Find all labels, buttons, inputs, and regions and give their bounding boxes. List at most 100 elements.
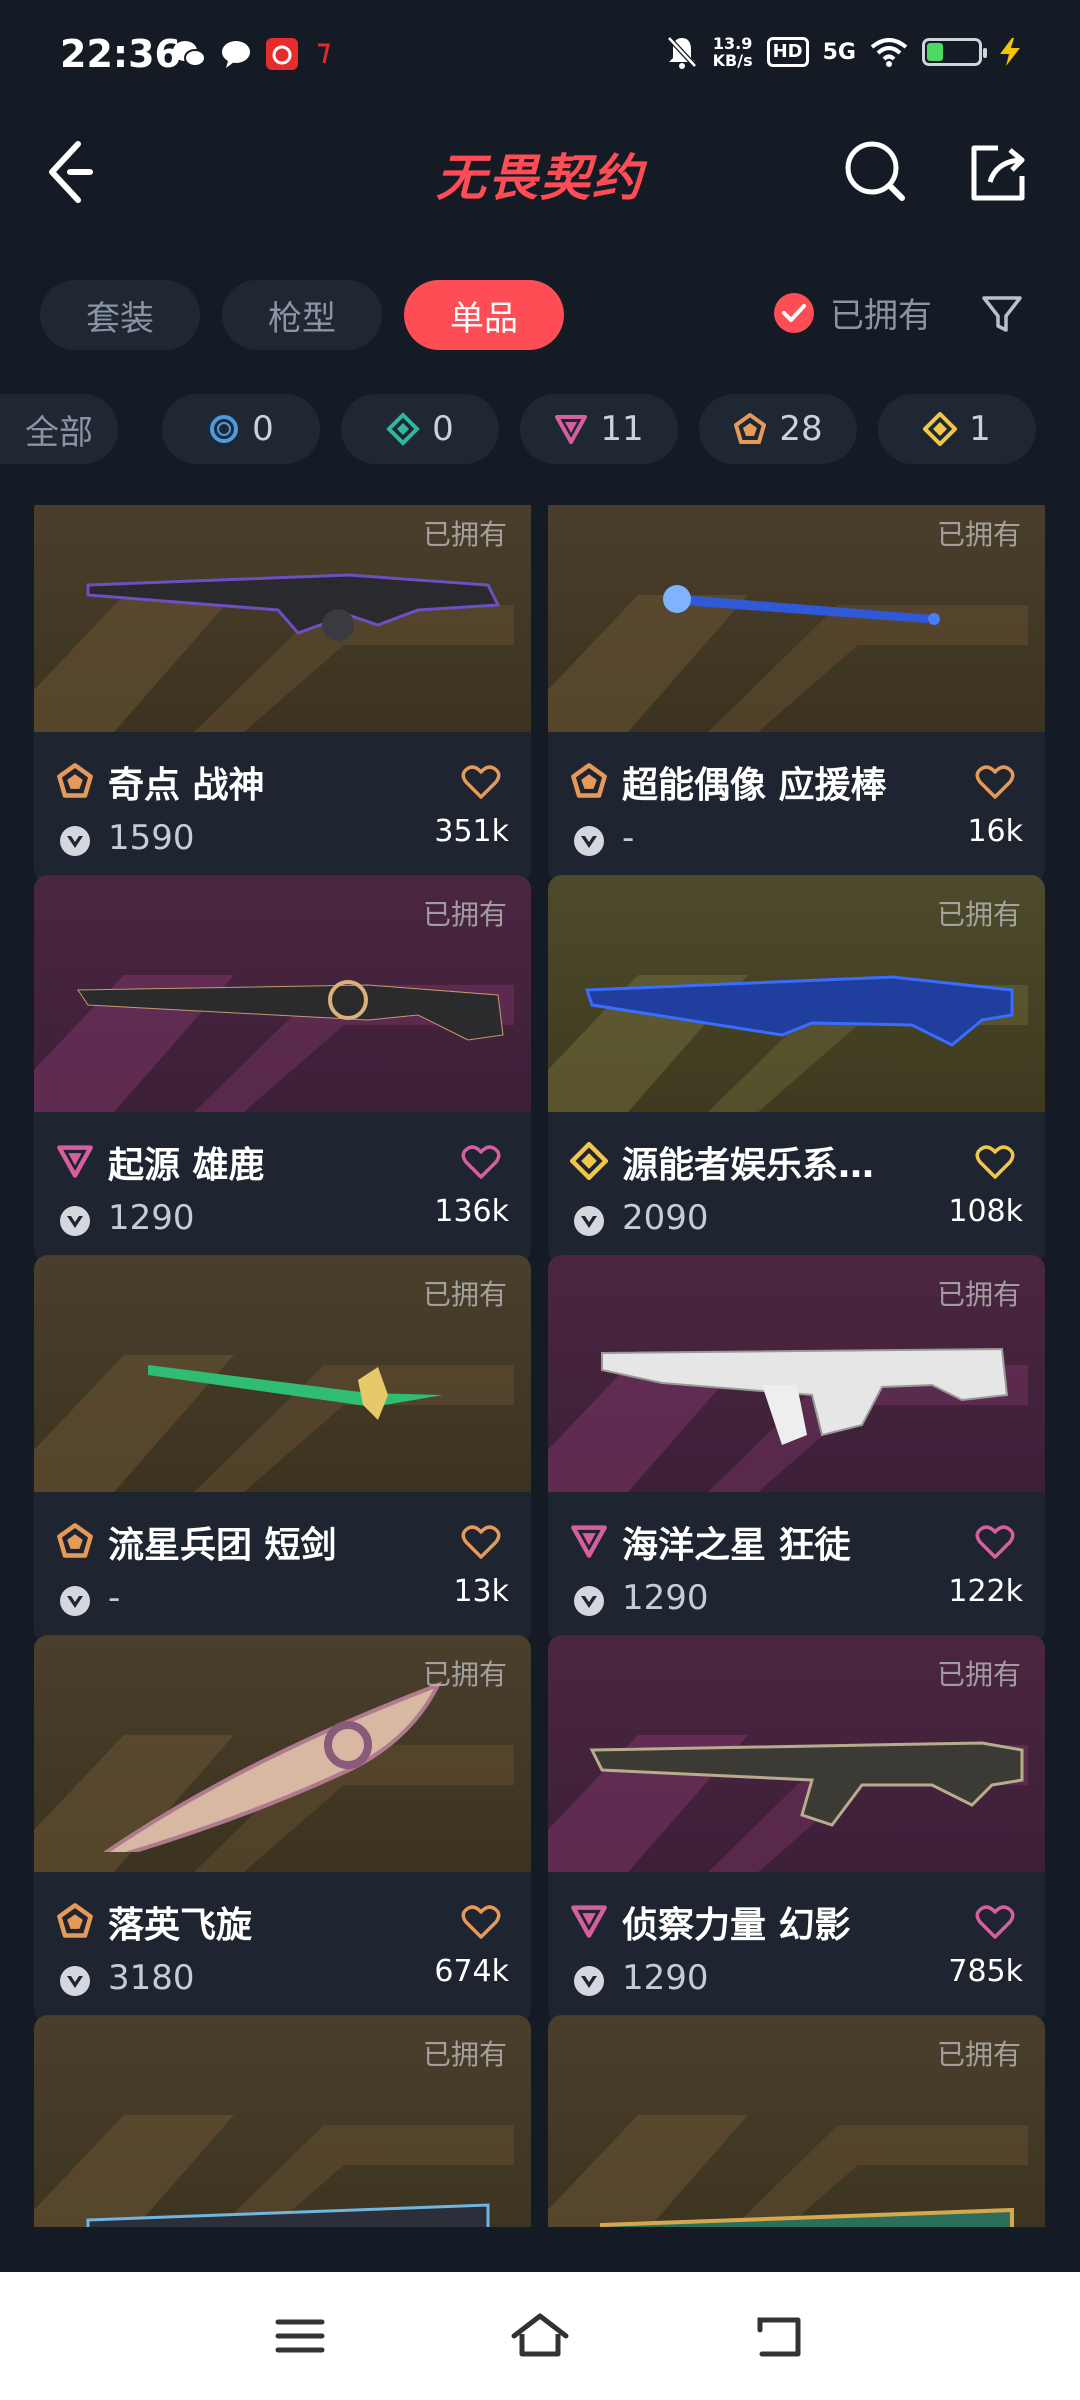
valorant-points-icon — [60, 1966, 90, 1996]
net-speed-value: 13.9 — [712, 34, 753, 53]
owned-label: 已拥有 — [936, 1278, 1021, 1311]
heart-icon[interactable] — [461, 1144, 501, 1180]
back-nav-button[interactable] — [750, 2310, 810, 2362]
chip-select-count: 0 — [252, 409, 274, 449]
item-thumbnail: 已拥有 — [34, 1635, 531, 1872]
owned-label: 已拥有 — [936, 1658, 1021, 1691]
chip-deluxe-tier[interactable]: 0 — [341, 394, 499, 464]
item-price: - — [622, 818, 635, 858]
premium-tier-icon — [56, 1142, 94, 1180]
item-card[interactable]: 已拥有 起源 雄鹿 1290 136k — [34, 875, 531, 1263]
item-grid: 已拥有 奇点 战神 1590 351k 已拥有 超能偶像 应援棒 - 16k 已… — [0, 505, 1080, 2227]
funnel-icon — [982, 296, 1022, 332]
heart-icon[interactable] — [461, 764, 501, 800]
owned-filter-label: 已拥有 — [830, 296, 932, 336]
heart-icon[interactable] — [975, 1524, 1015, 1560]
owned-label: 已拥有 — [936, 2038, 1021, 2071]
item-card[interactable]: 已拥有 源能者娱乐系… 2090 108k — [548, 875, 1045, 1263]
item-card[interactable]: 已拥有 落英飞旋 3180 674k — [34, 1635, 531, 2023]
netease-music-icon — [266, 38, 298, 70]
owned-label: 已拥有 — [936, 518, 1021, 551]
item-card[interactable]: 已拥有 — [34, 2015, 531, 2227]
search-icon — [845, 141, 905, 201]
item-thumbnail: 已拥有 — [34, 2015, 531, 2227]
item-info: 侦察力量 幻影 1290 785k — [548, 1872, 1045, 2023]
item-likes: 674k — [434, 1954, 509, 1989]
home-icon — [511, 2313, 569, 2357]
item-price: 3180 — [108, 1958, 195, 1998]
owned-label: 已拥有 — [422, 2038, 507, 2071]
heart-icon[interactable] — [975, 764, 1015, 800]
item-price: - — [108, 1578, 121, 1618]
tier-filter-chips: 全部 0 0 11 28 1 — [0, 394, 1080, 470]
item-thumbnail: 已拥有 — [548, 1255, 1045, 1492]
heart-icon[interactable] — [461, 1524, 501, 1560]
heart-icon[interactable] — [975, 1904, 1015, 1940]
select-tier-icon — [210, 415, 239, 443]
item-info: 起源 雄鹿 1290 136k — [34, 1112, 531, 1263]
item-thumbnail: 已拥有 — [34, 1255, 531, 1492]
heart-icon[interactable] — [461, 1904, 501, 1940]
mute-bell-icon — [666, 36, 697, 69]
item-name: 侦察力量 幻影 — [622, 1905, 851, 1946]
net-speed: 13.9 KB/s — [713, 35, 753, 69]
item-likes: 108k — [948, 1194, 1023, 1229]
status-app-icons — [172, 38, 334, 70]
share-button[interactable] — [962, 136, 1034, 208]
chip-all[interactable]: 全部 — [0, 394, 118, 464]
valorant-points-icon — [574, 1206, 604, 1236]
item-info: 奇点 战神 1590 351k — [34, 732, 531, 883]
ultra-tier-icon — [569, 1141, 609, 1181]
item-thumbnail: 已拥有 — [548, 875, 1045, 1112]
chip-exclusive-tier[interactable]: 28 — [699, 394, 857, 464]
item-likes: 136k — [434, 1194, 509, 1229]
item-info: 源能者娱乐系… 2090 108k — [548, 1112, 1045, 1263]
item-info: 流星兵团 短剑 - 13k — [34, 1492, 531, 1643]
tab-bundles[interactable]: 套装 — [40, 280, 200, 350]
app-logo: 无畏契约 — [436, 149, 644, 207]
owned-filter-toggle[interactable]: 已拥有 — [774, 288, 932, 337]
item-card[interactable]: 已拥有 海洋之星 狂徒 1290 122k — [548, 1255, 1045, 1643]
return-icon — [757, 2317, 801, 2357]
item-likes: 13k — [453, 1574, 509, 1609]
category-tabs: 套装 枪型 单品 — [40, 280, 564, 350]
home-nav-button[interactable] — [510, 2310, 570, 2362]
item-price: 1290 — [622, 1958, 709, 1998]
exclusive-tier-icon — [570, 762, 608, 800]
item-card[interactable]: 已拥有 超能偶像 应援棒 - 16k — [548, 505, 1045, 883]
wechat-icon — [173, 41, 206, 67]
tab-weapon-types[interactable]: 枪型 — [222, 280, 382, 350]
item-name: 起源 雄鹿 — [108, 1145, 265, 1186]
item-card[interactable]: 已拥有 奇点 战神 1590 351k — [34, 505, 531, 883]
premium-tier-icon — [555, 415, 588, 444]
search-button[interactable] — [840, 136, 912, 208]
item-card[interactable]: 已拥有 — [548, 2015, 1045, 2227]
item-info: 落英飞旋 3180 674k — [34, 1872, 531, 2023]
item-likes: 351k — [434, 814, 509, 849]
owned-label: 已拥有 — [422, 1278, 507, 1311]
item-name: 流星兵团 短剑 — [108, 1525, 337, 1566]
valorant-points-icon — [574, 826, 604, 856]
tab-single-items[interactable]: 单品 — [404, 280, 564, 350]
premium-tier-icon — [570, 1902, 608, 1940]
chip-ultra-tier[interactable]: 1 — [878, 394, 1036, 464]
chip-premium-tier[interactable]: 11 — [520, 394, 678, 464]
filter-button[interactable] — [978, 290, 1026, 338]
item-card[interactable]: 已拥有 流星兵团 短剑 - 13k — [34, 1255, 531, 1643]
item-card[interactable]: 已拥有 侦察力量 幻影 1290 785k — [548, 1635, 1045, 2023]
owned-label: 已拥有 — [936, 898, 1021, 931]
checkmark-icon — [774, 292, 814, 333]
chip-select-tier[interactable]: 0 — [162, 394, 320, 464]
share-icon — [971, 145, 1025, 201]
heart-icon[interactable] — [975, 1144, 1015, 1180]
exclusive-tier-icon — [56, 1902, 94, 1940]
menu-nav-button[interactable] — [270, 2310, 330, 2362]
charging-icon — [1000, 38, 1020, 66]
valorant-points-icon — [574, 1966, 604, 1996]
menu-icon — [275, 2319, 325, 2353]
app-notify-icon — [318, 43, 330, 64]
item-info: 海洋之星 狂徒 1290 122k — [548, 1492, 1045, 1643]
owned-label: 已拥有 — [422, 1658, 507, 1691]
item-price: 2090 — [622, 1198, 709, 1238]
item-likes: 16k — [967, 814, 1023, 849]
